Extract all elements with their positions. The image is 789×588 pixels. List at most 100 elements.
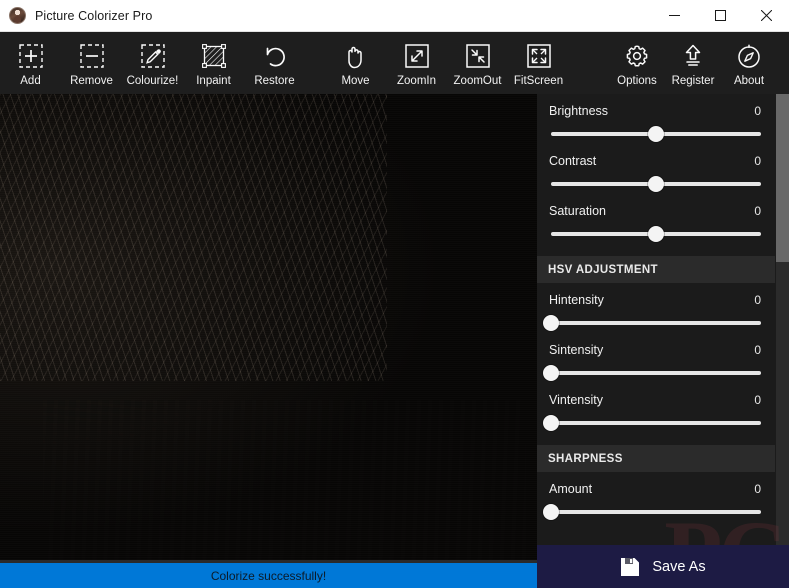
toolbar-group-edit: Add Remove Colourize! Inpaint Restore xyxy=(0,37,305,87)
fit-screen-label: FitScreen xyxy=(513,75,564,87)
image-canvas[interactable]: Colorize successfully! xyxy=(0,94,537,588)
window-controls xyxy=(651,0,789,31)
colourize-button[interactable]: Colourize! xyxy=(122,37,183,87)
hintensity-label: Hintensity xyxy=(549,293,604,307)
about-button[interactable]: About xyxy=(721,37,777,87)
saturation-slider[interactable] xyxy=(549,226,763,242)
sintensity-slider[interactable] xyxy=(543,365,763,381)
hintensity-slider[interactable] xyxy=(543,315,763,331)
main-toolbar: Add Remove Colourize! Inpaint Restore Mo… xyxy=(0,32,789,94)
status-message: Colorize successfully! xyxy=(210,568,327,583)
saturation-value: 0 xyxy=(754,204,761,218)
toolbar-group-view: Move ZoomIn ZoomOut FitScreen xyxy=(325,37,569,87)
slider-thumb[interactable] xyxy=(543,365,560,381)
add-label: Add xyxy=(20,75,41,87)
options-label: Options xyxy=(617,75,657,87)
hand-icon xyxy=(341,41,371,71)
contrast-control: Contrast 0 xyxy=(537,144,775,194)
slider-thumb[interactable] xyxy=(543,315,560,331)
eyedropper-in-dashed-box-icon xyxy=(138,41,168,71)
amount-control: Amount 0 xyxy=(537,472,775,522)
hsv-section-header: HSV ADJUSTMENT xyxy=(537,256,775,283)
restore-button[interactable]: Restore xyxy=(244,37,305,87)
gear-icon xyxy=(622,41,652,71)
saturation-control: Saturation 0 xyxy=(537,194,775,244)
vintensity-value: 0 xyxy=(754,393,761,407)
remove-button[interactable]: Remove xyxy=(61,37,122,87)
photo-grain-overlay xyxy=(0,94,537,588)
title-bar: Picture Colorizer Pro xyxy=(0,0,789,32)
floppy-disk-icon xyxy=(620,557,640,577)
maximize-button[interactable] xyxy=(697,0,743,31)
save-as-button[interactable]: Save As xyxy=(537,545,789,588)
brightness-slider[interactable] xyxy=(549,126,763,142)
colourize-label: Colourize! xyxy=(126,75,179,87)
move-button[interactable]: Move xyxy=(325,37,386,87)
sharpness-section-header: SHARPNESS xyxy=(537,445,775,472)
app-logo-icon xyxy=(9,7,26,24)
saturation-label: Saturation xyxy=(549,204,606,218)
hintensity-control: Hintensity 0 xyxy=(537,283,775,333)
inpaint-button[interactable]: Inpaint xyxy=(183,37,244,87)
vintensity-control: Vintensity 0 xyxy=(537,383,775,433)
slider-thumb[interactable] xyxy=(648,126,664,142)
slider-thumb[interactable] xyxy=(648,176,664,192)
panel-scrollbar-thumb[interactable] xyxy=(776,94,789,262)
minus-in-dashed-box-icon xyxy=(77,41,107,71)
hatched-selection-icon xyxy=(199,41,229,71)
hair-texture-overlay xyxy=(0,94,387,381)
zoom-out-label: ZoomOut xyxy=(453,75,502,87)
contrast-slider[interactable] xyxy=(549,176,763,192)
brightness-control: Brightness 0 xyxy=(537,94,775,144)
brightness-value: 0 xyxy=(754,104,761,118)
zoom-in-button[interactable]: ZoomIn xyxy=(386,37,447,87)
remove-label: Remove xyxy=(70,75,113,87)
fit-screen-button[interactable]: FitScreen xyxy=(508,37,569,87)
add-button[interactable]: Add xyxy=(0,37,61,87)
zoom-out-button[interactable]: ZoomOut xyxy=(447,37,508,87)
zoom-out-icon xyxy=(463,41,493,71)
amount-value: 0 xyxy=(754,482,761,496)
fit-screen-icon xyxy=(524,41,554,71)
slider-thumb[interactable] xyxy=(648,226,664,242)
minimize-button[interactable] xyxy=(651,0,697,31)
colorized-portrait-photo xyxy=(0,94,537,588)
about-label: About xyxy=(733,75,765,87)
adjustments-scroll-region: Brightness 0 Contrast 0 Saturation 0 HSV… xyxy=(537,94,789,545)
slider-track xyxy=(551,421,761,425)
slider-thumb[interactable] xyxy=(543,415,560,431)
register-button[interactable]: Register xyxy=(665,37,721,87)
amount-label: Amount xyxy=(549,482,593,496)
move-label: Move xyxy=(341,75,370,87)
slider-track xyxy=(551,510,761,514)
adjustments-panel: Brightness 0 Contrast 0 Saturation 0 HSV… xyxy=(537,94,789,588)
slider-track xyxy=(551,321,761,325)
restore-label: Restore xyxy=(254,75,295,87)
sintensity-label: Sintensity xyxy=(549,343,604,357)
inpaint-label: Inpaint xyxy=(196,75,231,87)
application-window: Picture Colorizer Pro Add Remove Colouri… xyxy=(0,0,789,588)
status-bar: Colorize successfully! xyxy=(0,563,537,588)
workspace: Colorize successfully! Brightness 0 Cont… xyxy=(0,94,789,588)
options-button[interactable]: Options xyxy=(609,37,665,87)
save-as-label: Save As xyxy=(652,558,706,575)
slider-track xyxy=(551,371,761,375)
zoom-in-label: ZoomIn xyxy=(397,75,436,87)
panel-scrollbar[interactable] xyxy=(776,94,789,545)
vintensity-slider[interactable] xyxy=(543,415,763,431)
upload-arrow-icon xyxy=(678,41,708,71)
sintensity-control: Sintensity 0 xyxy=(537,333,775,383)
amount-slider[interactable] xyxy=(543,504,763,520)
slider-thumb[interactable] xyxy=(543,504,560,520)
sintensity-value: 0 xyxy=(754,343,761,357)
register-label: Register xyxy=(671,75,715,87)
window-title: Picture Colorizer Pro xyxy=(35,8,153,23)
compass-icon xyxy=(734,41,764,71)
plus-in-dashed-box-icon xyxy=(16,41,46,71)
contrast-label: Contrast xyxy=(549,154,597,168)
vintensity-label: Vintensity xyxy=(549,393,603,407)
hintensity-value: 0 xyxy=(754,293,761,307)
close-button[interactable] xyxy=(743,0,789,31)
toolbar-group-app: Options Register About xyxy=(609,37,789,87)
undo-arrow-icon xyxy=(260,41,290,71)
